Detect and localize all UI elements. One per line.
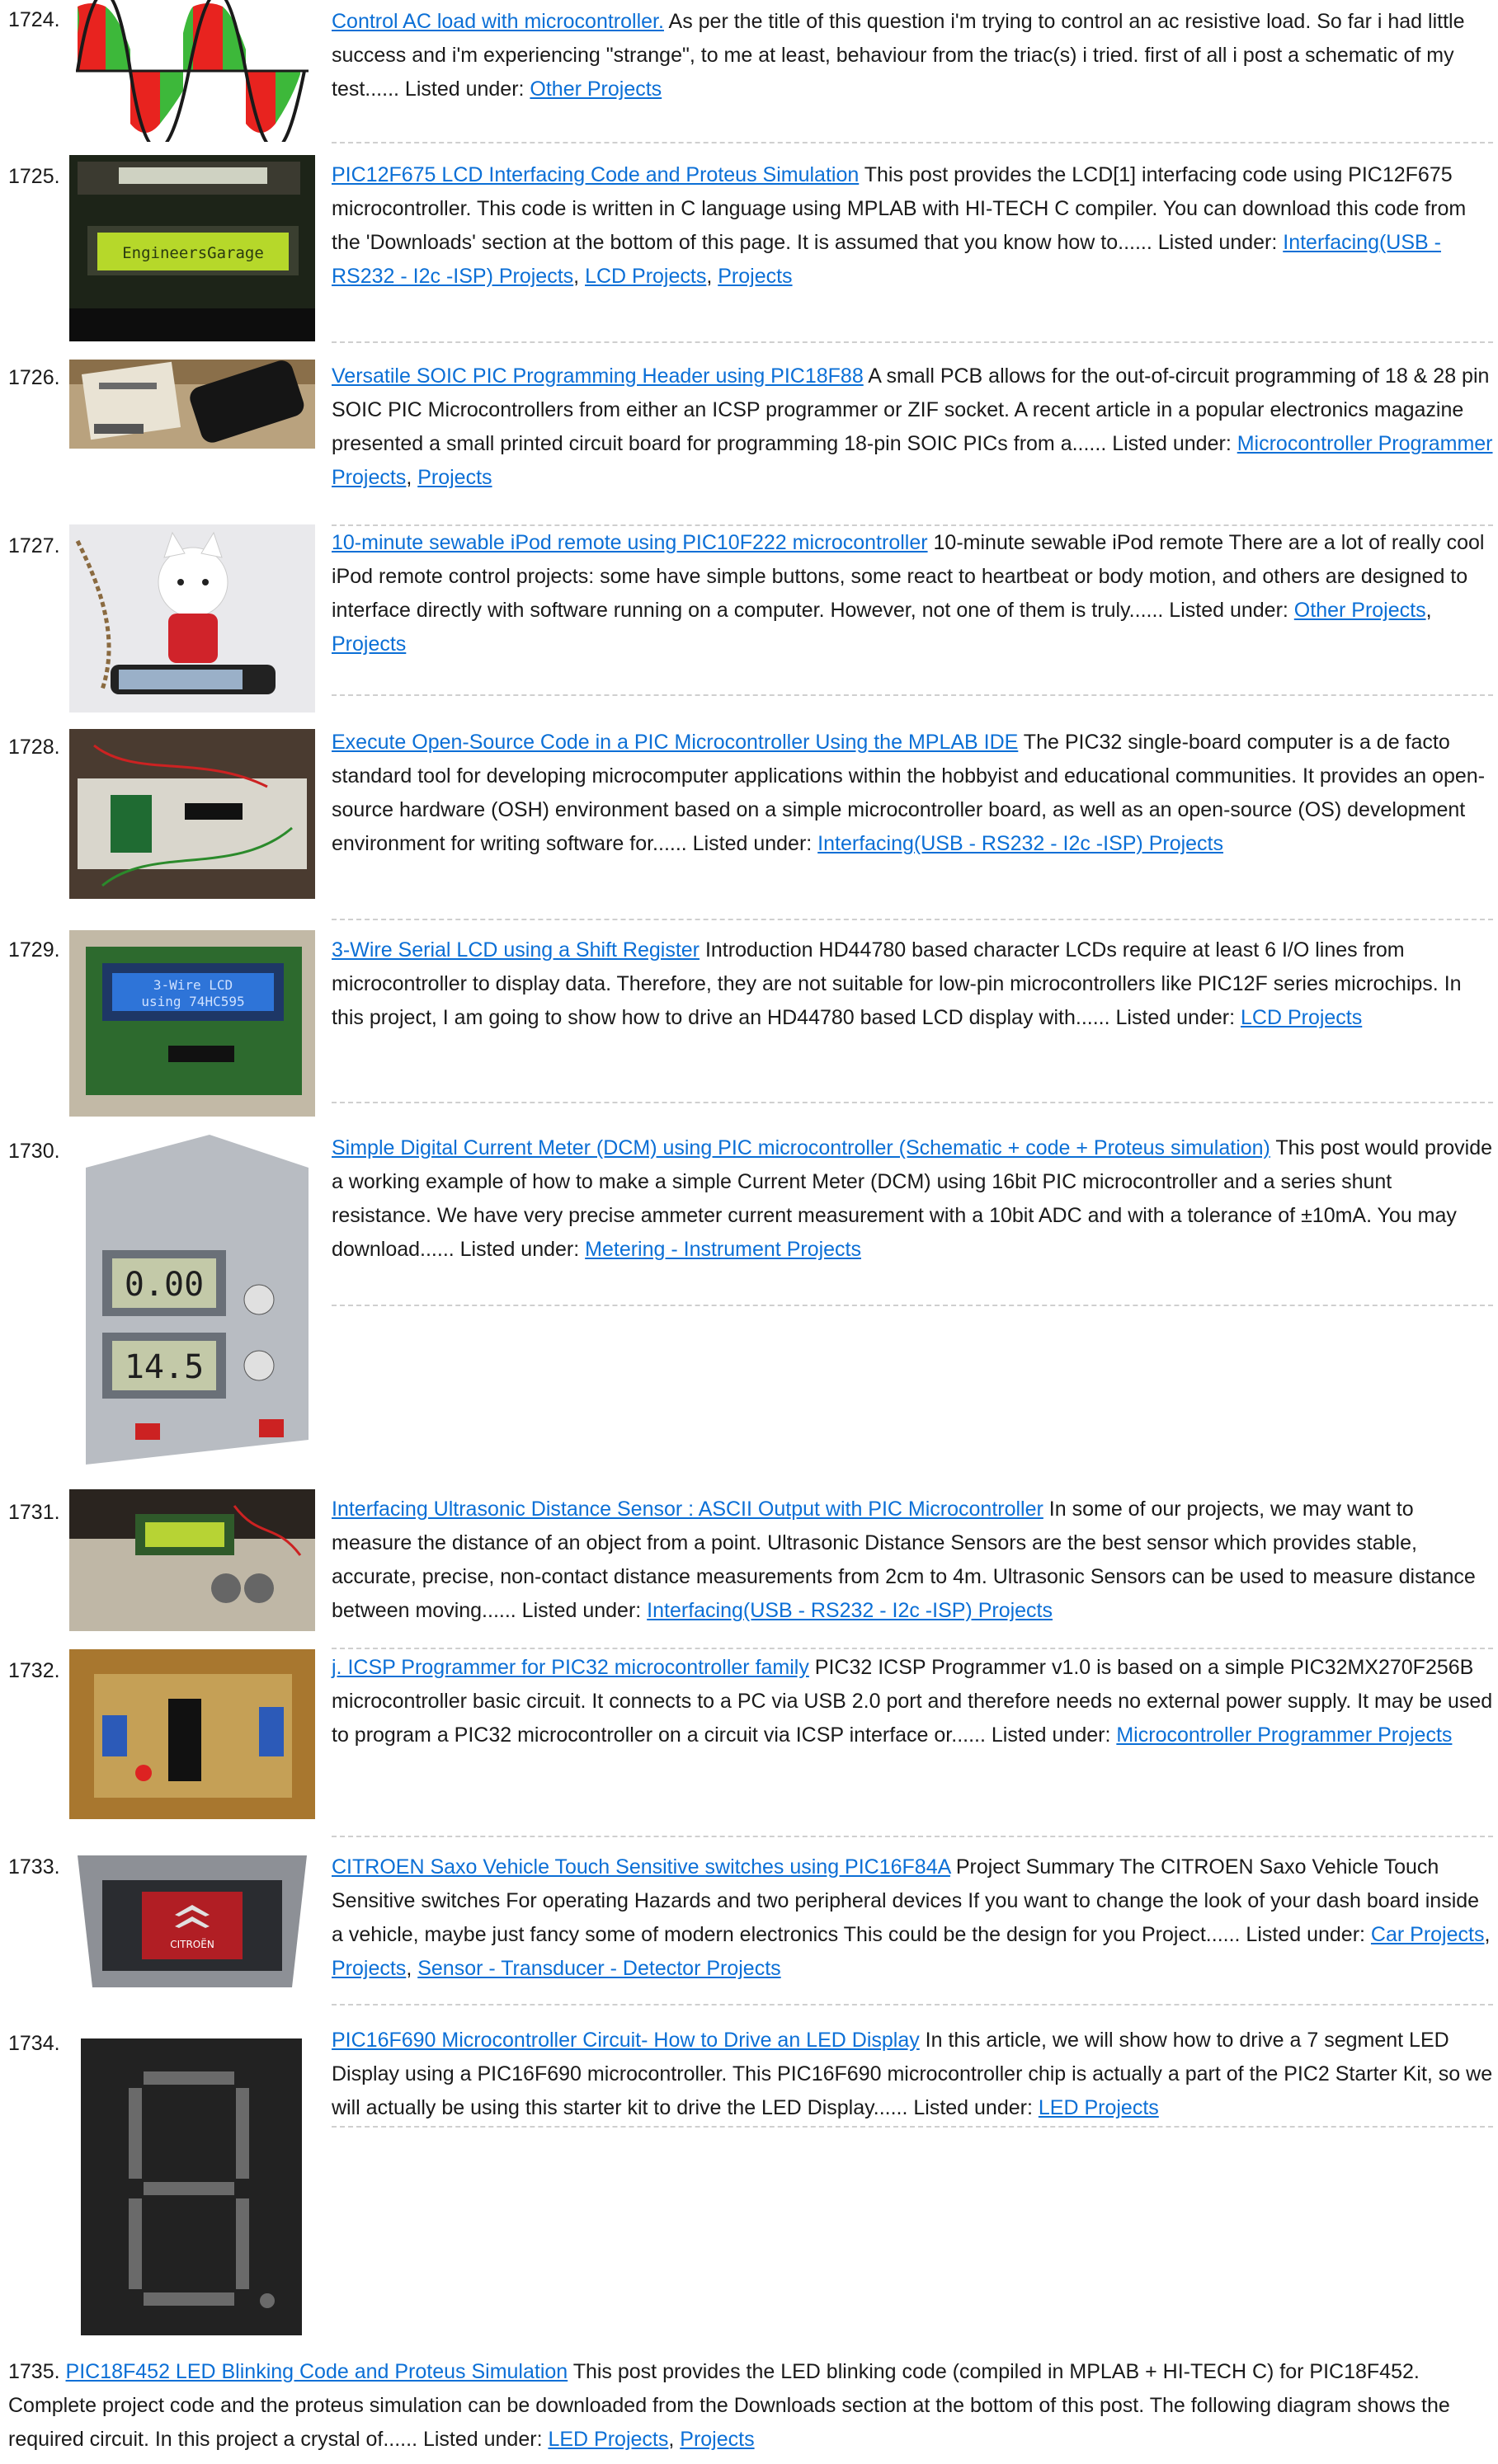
divider bbox=[332, 919, 1493, 920]
tag-link[interactable]: LCD Projects bbox=[585, 265, 706, 288]
item-number: 1735. bbox=[8, 2360, 60, 2383]
divider bbox=[332, 1648, 1493, 1649]
svg-text:0.00: 0.00 bbox=[125, 1266, 204, 1304]
item-title-link[interactable]: Versatile SOIC PIC Programming Header us… bbox=[332, 364, 864, 388]
item-number: 1732. bbox=[8, 1659, 60, 1682]
svg-text:EngineersGarage: EngineersGarage bbox=[122, 244, 264, 262]
item-title-link[interactable]: Control AC load with microcontroller. bbox=[332, 10, 664, 33]
item-title-link[interactable]: 10-minute sewable iPod remote using PIC1… bbox=[332, 531, 928, 554]
divider bbox=[332, 1102, 1493, 1103]
ac-waveform-image[interactable] bbox=[69, 0, 315, 142]
citroen-dash-image[interactable]: CITROËN bbox=[69, 1847, 315, 2001]
item-text: PIC16F690 Microcontroller Circuit- How t… bbox=[332, 2024, 1493, 2125]
item-number: 1727. bbox=[8, 534, 60, 557]
divider bbox=[332, 694, 1493, 696]
tag-link[interactable]: LED Projects bbox=[1039, 2096, 1159, 2119]
item-number: 1731. bbox=[8, 1501, 60, 1524]
item-title-link[interactable]: CITROEN Saxo Vehicle Touch Sensitive swi… bbox=[332, 1855, 950, 1879]
tag-link[interactable]: Other Projects bbox=[1294, 599, 1426, 622]
item-text: Simple Digital Current Meter (DCM) using… bbox=[332, 1131, 1493, 1267]
item-text: PIC12F675 LCD Interfacing Code and Prote… bbox=[332, 163, 1467, 288]
current-meter-image[interactable]: 0.00 14.5 bbox=[69, 1135, 315, 1466]
tag-link[interactable]: Sensor - Transducer - Detector Projects bbox=[417, 1957, 780, 1980]
item-number: 1730. bbox=[8, 1140, 60, 1163]
item-text: Interfacing Ultrasonic Distance Sensor :… bbox=[332, 1493, 1493, 1628]
item-title-link[interactable]: j. ICSP Programmer for PIC32 microcontro… bbox=[332, 1656, 809, 1679]
item-text: j. ICSP Programmer for PIC32 microcontro… bbox=[332, 1651, 1493, 1752]
serial-lcd-image[interactable]: 3-Wire LCD using 74HC595 bbox=[69, 930, 315, 1117]
breadboard-image[interactable] bbox=[69, 729, 315, 899]
item-title-link[interactable]: 3-Wire Serial LCD using a Shift Register bbox=[332, 938, 700, 962]
tag-link[interactable]: Other Projects bbox=[530, 78, 662, 101]
item-title-link[interactable]: PIC12F675 LCD Interfacing Code and Prote… bbox=[332, 163, 859, 186]
tag-link[interactable]: Projects bbox=[718, 265, 792, 288]
divider bbox=[332, 2004, 1493, 2006]
soic-header-image[interactable] bbox=[69, 360, 315, 449]
icsp-programmer-image[interactable] bbox=[69, 1649, 315, 1819]
item-title-link[interactable]: Simple Digital Current Meter (DCM) using… bbox=[332, 1136, 1270, 1159]
item-text: Versatile SOIC PIC Programming Header us… bbox=[332, 364, 1493, 489]
item-text: Control AC load with microcontroller. As… bbox=[332, 5, 1493, 106]
ultrasonic-sensor-image[interactable] bbox=[69, 1489, 315, 1631]
svg-text:14.5: 14.5 bbox=[125, 1348, 204, 1386]
tag-link[interactable]: Projects bbox=[332, 1957, 406, 1980]
tag-link[interactable]: Microcontroller Programmer Projects bbox=[1116, 1723, 1452, 1747]
item-title-link[interactable]: PIC16F690 Microcontroller Circuit- How t… bbox=[332, 2029, 920, 2052]
tag-link[interactable]: Metering - Instrument Projects bbox=[585, 1238, 861, 1261]
item-text: 1735. PIC18F452 LED Blinking Code and Pr… bbox=[8, 2360, 1450, 2451]
seven-segment-image[interactable] bbox=[69, 2022, 315, 2353]
tag-link[interactable]: Interfacing(USB - RS232 - I2c -ISP) Proj… bbox=[817, 832, 1223, 855]
tag-link[interactable]: LED Projects bbox=[548, 2428, 668, 2451]
divider bbox=[332, 341, 1493, 343]
item-text: 3-Wire Serial LCD using a Shift Register… bbox=[332, 933, 1493, 1035]
item-number: 1728. bbox=[8, 736, 60, 759]
divider bbox=[332, 2126, 1493, 2128]
tag-link[interactable]: Projects bbox=[332, 632, 406, 656]
divider bbox=[332, 142, 1493, 143]
item-number: 1726. bbox=[8, 366, 60, 389]
item-number: 1734. bbox=[8, 2032, 60, 2055]
item-number: 1733. bbox=[8, 1855, 60, 1879]
item-title-link[interactable]: Execute Open-Source Code in a PIC Microc… bbox=[332, 731, 1018, 754]
tag-link[interactable]: LCD Projects bbox=[1241, 1006, 1362, 1029]
item-number: 1724. bbox=[8, 8, 60, 31]
tag-link[interactable]: Interfacing(USB - RS232 - I2c -ISP) Proj… bbox=[647, 1599, 1053, 1622]
tag-link[interactable]: Projects bbox=[417, 466, 492, 489]
lcd-board-image[interactable]: EngineersGarage bbox=[69, 155, 315, 341]
tag-link[interactable]: Car Projects bbox=[1371, 1923, 1485, 1946]
item-text: CITROEN Saxo Vehicle Touch Sensitive swi… bbox=[332, 1855, 1491, 1980]
divider bbox=[332, 1305, 1493, 1306]
item-text: 10-minute sewable iPod remote using PIC1… bbox=[332, 531, 1485, 656]
svg-text:3-Wire LCD: 3-Wire LCD bbox=[153, 977, 233, 993]
svg-text:CITROËN: CITROËN bbox=[170, 1938, 214, 1950]
item-number: 1729. bbox=[8, 938, 60, 962]
svg-text:using 74HC595: using 74HC595 bbox=[141, 994, 244, 1009]
item-text: Execute Open-Source Code in a PIC Microc… bbox=[332, 726, 1493, 861]
tag-link[interactable]: Projects bbox=[680, 2428, 754, 2451]
item-title-link[interactable]: PIC18F452 LED Blinking Code and Proteus … bbox=[66, 2360, 568, 2383]
divider bbox=[332, 1836, 1493, 1837]
ipod-remote-image[interactable] bbox=[69, 524, 315, 712]
item-number: 1725. bbox=[8, 165, 60, 188]
item-title-link[interactable]: Interfacing Ultrasonic Distance Sensor :… bbox=[332, 1498, 1043, 1521]
